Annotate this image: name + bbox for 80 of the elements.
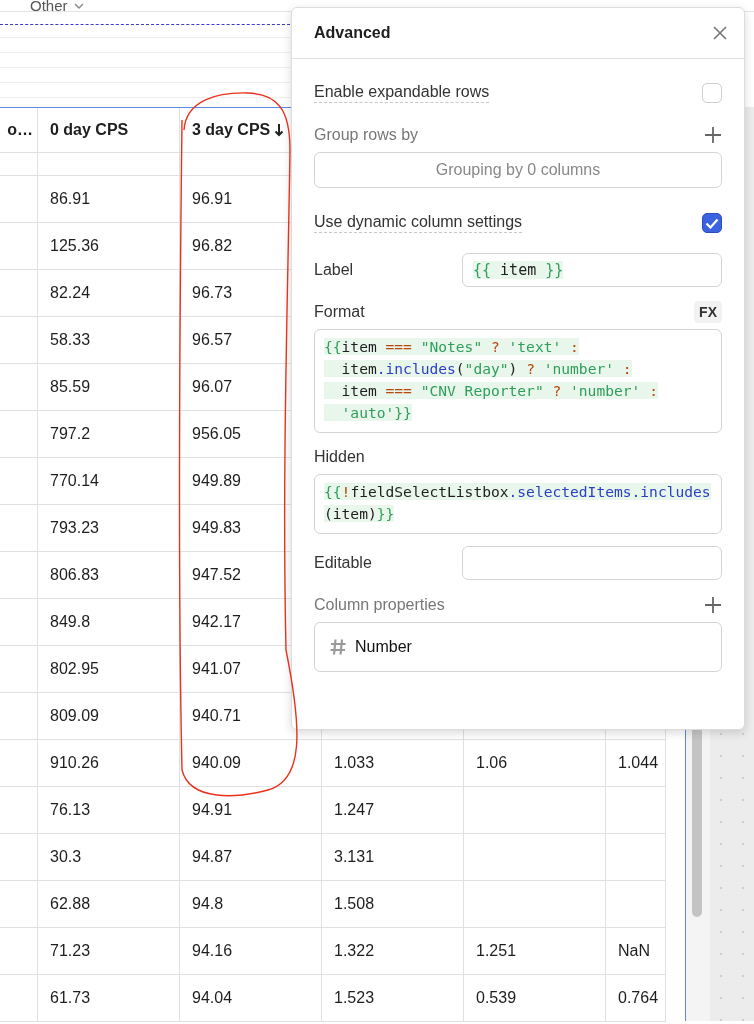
column-header[interactable]: o… — [7, 121, 33, 139]
table-cell: 61.73 — [38, 975, 180, 1022]
table-cell: 793.23 — [38, 505, 180, 552]
table-cell: 1.247 — [322, 787, 464, 834]
table-cell: 1.251 — [464, 928, 606, 975]
table-cell: 94.04 — [180, 975, 322, 1022]
table-cell — [0, 223, 38, 270]
table-cell: 94.16 — [180, 928, 322, 975]
table-cell: 86.91 — [38, 176, 180, 223]
fx-button[interactable]: FX — [694, 301, 722, 323]
table-cell — [0, 270, 38, 317]
hash-icon — [329, 638, 347, 656]
table-cell: 1.044 — [606, 740, 666, 787]
table-cell — [0, 834, 38, 881]
table-cell: 94.91 — [180, 787, 322, 834]
table-cell: 82.24 — [38, 270, 180, 317]
table-cell: 1.322 — [322, 928, 464, 975]
table-cell — [0, 411, 38, 458]
table-cell — [0, 740, 38, 787]
table-cell — [606, 787, 666, 834]
table-cell: 797.2 — [38, 411, 180, 458]
table-cell — [0, 176, 38, 223]
table-cell: 0.539 — [464, 975, 606, 1022]
table-cell — [0, 881, 38, 928]
table-cell — [0, 552, 38, 599]
table-cell: 0.764 — [606, 975, 666, 1022]
table-cell: 809.09 — [38, 693, 180, 740]
section-label: Group rows by — [314, 126, 419, 144]
scrollbar-thumb[interactable] — [692, 727, 702, 917]
table-cell: 770.14 — [38, 458, 180, 505]
input-field[interactable] — [462, 546, 722, 580]
table-cell: 1.523 — [322, 975, 464, 1022]
input-field[interactable]: {{ item }} — [462, 253, 722, 287]
grouping-button[interactable]: Grouping by 0 columns — [314, 152, 722, 188]
table-cell — [0, 787, 38, 834]
table-cell — [606, 881, 666, 928]
table-cell: 3.131 — [322, 834, 464, 881]
table-cell — [0, 505, 38, 552]
code-editor[interactable]: {{item === "Notes" ? 'text' : item.includes("day") ? 'number' : item === "CNV Reporter" ? 'number' : 'auto'}} — [314, 329, 722, 433]
checkbox[interactable] — [702, 213, 722, 233]
table-cell: 62.88 — [38, 881, 180, 928]
table-cell: 1.508 — [322, 881, 464, 928]
table-cell: 806.83 — [38, 552, 180, 599]
table-cell — [0, 364, 38, 411]
table-cell: 58.33 — [38, 317, 180, 364]
table-cell: 1.06 — [464, 740, 606, 787]
sort-descending-icon[interactable] — [274, 123, 285, 137]
table-cell — [0, 693, 38, 740]
table-cell — [0, 458, 38, 505]
table-cell: 94.87 — [180, 834, 322, 881]
chevron-down-icon — [73, 2, 84, 9]
table-cell: NaN — [606, 928, 666, 975]
column-header[interactable]: 0 day CPS — [50, 121, 129, 139]
code-editor[interactable]: {{!fieldSelectListbox.selectedItems.includes (item)}} — [314, 474, 722, 534]
panel-title: Advanced — [314, 24, 391, 42]
table-cell: 76.13 — [38, 787, 180, 834]
table-cell: 71.23 — [38, 928, 180, 975]
column-property-item[interactable]: Number — [314, 622, 722, 672]
setting-label: Enable expandable rows — [314, 83, 490, 103]
table-cell: 910.26 — [38, 740, 180, 787]
table-cell: 94.8 — [180, 881, 322, 928]
add-icon[interactable] — [704, 596, 722, 614]
table-cell — [0, 599, 38, 646]
table-cell — [606, 834, 666, 881]
table-cell: 125.36 — [38, 223, 180, 270]
column-header[interactable]: 3 day CPS — [192, 121, 285, 139]
table-cell: 802.95 — [38, 646, 180, 693]
table-cell: 85.59 — [38, 364, 180, 411]
setting-label: Use dynamic column settings — [314, 213, 523, 233]
table-cell — [0, 975, 38, 1022]
table-cell — [0, 646, 38, 693]
close-icon[interactable] — [713, 26, 727, 40]
table-cell: 30.3 — [38, 834, 180, 881]
add-icon[interactable] — [704, 126, 722, 144]
other-dropdown[interactable]: Other — [28, 0, 86, 14]
table-cell: 1.033 — [322, 740, 464, 787]
table-cell: 940.09 — [180, 740, 322, 787]
table-cell: 849.8 — [38, 599, 180, 646]
table-cell — [0, 317, 38, 364]
table-cell — [0, 928, 38, 975]
